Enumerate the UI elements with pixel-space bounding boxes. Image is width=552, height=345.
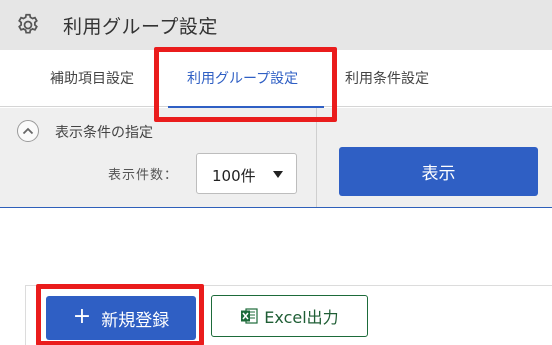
collapse-button[interactable] [17,120,39,142]
excel-icon [241,308,258,324]
chevron-up-icon [22,127,34,135]
gear-icon [18,13,38,34]
tab-highlight-box [154,47,337,122]
show-button[interactable]: 表示 [339,147,538,196]
excel-export-label: Excel出力 [264,308,339,327]
count-select-value: 100件 [212,167,256,185]
tab-supplementary-items[interactable]: 補助項目設定 [50,68,134,88]
filter-section-label: 表示条件の指定 [55,125,153,141]
caret-down-icon [273,171,283,178]
count-label: 表示件数： [108,168,179,183]
new-button-highlight-box [36,284,204,345]
tab-usage-conditions[interactable]: 利用条件設定 [345,68,429,88]
filter-divider [316,108,317,207]
filter-panel: 表示条件の指定 表示件数： 100件 表示 [0,108,552,208]
page: 利用グループ設定 補助項目設定 利用グループ設定 利用条件設定 表示条件の指定 … [0,0,552,345]
excel-export-button[interactable]: Excel出力 [211,295,368,337]
page-title: 利用グループ設定 [63,16,218,38]
title-bar: 利用グループ設定 [0,0,552,50]
count-select[interactable]: 100件 [196,153,297,194]
